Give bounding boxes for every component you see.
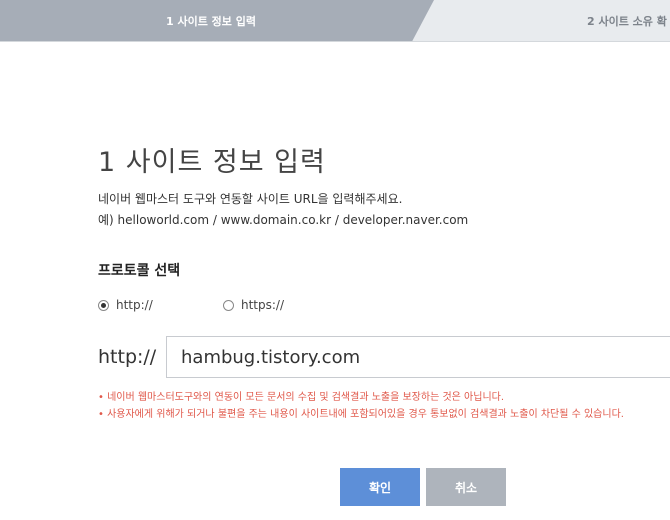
step-2-label: 2 사이트 소유 확 (587, 15, 667, 28)
url-protocol-prefix: http:// (98, 346, 157, 368)
step-1-active: 1 사이트 정보 입력 (0, 0, 434, 41)
step-bar: 1 사이트 정보 입력 2 사이트 소유 확 (0, 0, 670, 42)
radio-http-label: http:// (116, 298, 153, 312)
radio-http[interactable]: http:// (98, 298, 153, 312)
site-url-input[interactable] (166, 336, 670, 378)
protocol-section-title: 프로토콜 선택 (98, 263, 181, 279)
page-description: 네이버 웹마스터 도구와 연동할 사이트 URL을 입력해주세요. (98, 192, 403, 206)
notice-line-2: • 사용자에게 위해가 되거나 불편을 주는 내용이 사이트내에 포함되어있을 … (98, 409, 624, 420)
confirm-button[interactable]: 확인 (340, 468, 420, 506)
cancel-button[interactable]: 취소 (426, 468, 506, 506)
url-example: 예) helloworld.com / www.domain.co.kr / d… (98, 213, 469, 227)
notice-line-1: • 네이버 웹마스터도구와의 연동이 모든 문서의 수집 및 검색결과 노출을 … (98, 392, 505, 403)
page-title: 1 사이트 정보 입력 (98, 147, 326, 178)
radio-http-indicator[interactable] (98, 299, 109, 311)
radio-https-indicator[interactable] (223, 299, 234, 311)
radio-https[interactable]: https:// (223, 298, 284, 312)
radio-https-label: https:// (241, 298, 285, 312)
step-1-label: 1 사이트 정보 입력 (166, 15, 256, 28)
